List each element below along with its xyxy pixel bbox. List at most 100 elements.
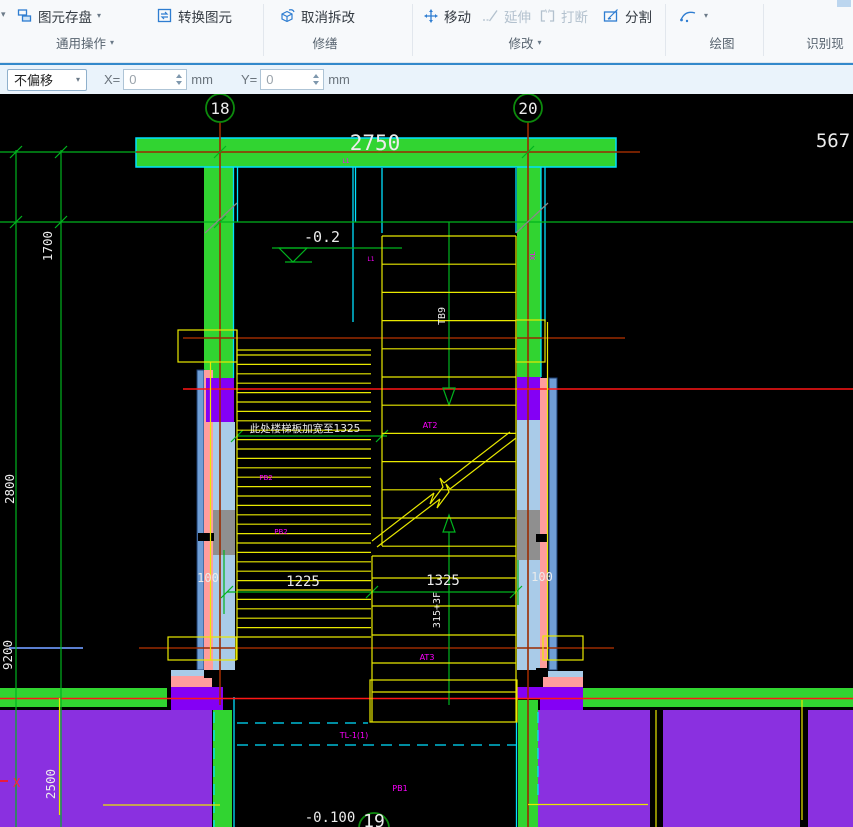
convert-element-label: 转换图元 bbox=[178, 10, 232, 25]
grip-handle[interactable] bbox=[536, 534, 548, 542]
toolbar-separator bbox=[412, 4, 413, 56]
group-general-label: 通用操作 bbox=[55, 37, 106, 51]
cancel-split-label: 取消拆改 bbox=[301, 10, 355, 25]
spin-down-icon[interactable] bbox=[313, 81, 320, 85]
hatch-marks bbox=[204, 202, 549, 234]
right-wall[interactable] bbox=[517, 167, 583, 687]
dim-2500[interactable]: 2500 bbox=[43, 769, 58, 799]
stair-widen-note[interactable]: 此处楼梯板加宽至1325 bbox=[250, 422, 361, 435]
grip-handle[interactable] bbox=[536, 668, 548, 677]
tag-tl1[interactable]: TL-1(1) bbox=[339, 731, 369, 740]
toolbar-separator bbox=[763, 4, 764, 56]
left-flight-treads[interactable] bbox=[237, 349, 371, 638]
toolbar-separator bbox=[263, 4, 264, 56]
tag-wall[interactable]: L1 bbox=[367, 256, 374, 263]
curve-icon bbox=[680, 11, 696, 23]
convert-element-icon bbox=[157, 8, 172, 23]
split-button[interactable]: 分割 bbox=[600, 4, 655, 28]
group-modify-caret: ▾ bbox=[537, 37, 542, 47]
cad-canvas[interactable]: 18 20 19 2750 567 1700 2800 9200 2500 -0… bbox=[0, 94, 853, 827]
toolbar-separator bbox=[665, 4, 666, 56]
stair-direction-arrow-up[interactable] bbox=[442, 513, 456, 705]
tag-at3[interactable]: AT3 bbox=[420, 653, 435, 662]
extend-label: 延伸 bbox=[504, 10, 531, 25]
offset-x-spinner[interactable] bbox=[172, 70, 186, 89]
element-save-caret: ▾ bbox=[97, 11, 102, 20]
spin-up-icon[interactable] bbox=[313, 74, 320, 78]
draw-curve-caret: ▾ bbox=[704, 11, 709, 20]
convert-element-button[interactable]: 转换图元 bbox=[154, 4, 235, 28]
group-draw-label: 绘图 bbox=[709, 37, 735, 51]
grid-label-20: 20 bbox=[518, 99, 537, 118]
tag-at2[interactable]: AT2 bbox=[423, 421, 438, 430]
column[interactable] bbox=[517, 377, 541, 420]
dim-1325[interactable]: 1325 bbox=[426, 573, 460, 589]
group-modify[interactable]: 修改 ▾ bbox=[480, 33, 570, 52]
extend-button: 延伸 bbox=[479, 4, 534, 28]
break-icon bbox=[540, 9, 555, 22]
dimension-ticks bbox=[9, 145, 535, 599]
dim-1700[interactable]: 1700 bbox=[40, 231, 55, 261]
tag-pb2-a[interactable]: PB2 bbox=[259, 474, 272, 482]
clipped-toolbar-icon bbox=[837, 0, 851, 7]
dim-100-left[interactable]: 100 bbox=[197, 571, 219, 585]
floor-slabs[interactable] bbox=[0, 687, 853, 827]
clipped-dropdown-caret[interactable]: ▾ bbox=[1, 9, 6, 20]
dim-2750[interactable]: 2750 bbox=[350, 131, 401, 155]
cancel-split-button[interactable]: 取消拆改 bbox=[276, 4, 358, 28]
offset-x-value: 0 bbox=[129, 72, 137, 87]
cad-application-window: ▾ 图元存盘 ▾ 转换图元 取消拆改 移动 延伸 打断 分割 ▾ 通用操作 ▾ … bbox=[0, 0, 853, 827]
wall-finish-stripe[interactable] bbox=[196, 369, 205, 671]
group-modify-label: 修改 bbox=[508, 37, 534, 51]
element-save-label: 图元存盘 bbox=[38, 10, 92, 25]
offset-bar: 不偏移 ▾ X= 0 mm Y= 0 mm bbox=[0, 63, 853, 94]
wall-finish-stripe[interactable] bbox=[548, 377, 558, 671]
dim-9200[interactable]: 9200 bbox=[0, 640, 15, 670]
flight-label-lower[interactable]: 315+3F bbox=[432, 592, 443, 628]
dim-1225[interactable]: 1225 bbox=[286, 574, 320, 590]
split-label: 分割 bbox=[625, 10, 652, 25]
split-icon bbox=[603, 9, 618, 22]
offset-y-input[interactable]: 0 bbox=[260, 69, 325, 90]
offset-x-unit: mm bbox=[191, 72, 213, 87]
draw-curve-button[interactable]: ▾ bbox=[676, 4, 711, 28]
move-button[interactable]: 移动 bbox=[420, 4, 474, 28]
offset-y-value: 0 bbox=[266, 72, 274, 87]
landing-outline[interactable] bbox=[369, 679, 518, 723]
offset-mode-value: 不偏移 bbox=[14, 73, 54, 88]
left-wall[interactable] bbox=[171, 167, 235, 687]
wall-edges[interactable] bbox=[213, 167, 546, 827]
dim-2800[interactable]: 2800 bbox=[2, 474, 17, 504]
dim-100-right[interactable]: 100 bbox=[531, 570, 553, 584]
elevation-top[interactable]: -0.2 bbox=[304, 228, 340, 246]
offset-x-input[interactable]: 0 bbox=[123, 69, 188, 90]
group-general-caret: ▾ bbox=[110, 37, 115, 47]
dim-567[interactable]: 567 bbox=[816, 130, 850, 152]
ribbon-toolbar: ▾ 图元存盘 ▾ 转换图元 取消拆改 移动 延伸 打断 分割 ▾ 通用操作 ▾ … bbox=[0, 0, 853, 63]
offset-mode-select[interactable]: 不偏移 ▾ bbox=[7, 68, 87, 91]
extend-icon bbox=[483, 10, 498, 22]
group-draw: 绘图 bbox=[692, 33, 752, 52]
element-save-button[interactable]: 图元存盘 ▾ bbox=[14, 4, 104, 28]
grip-handle[interactable] bbox=[204, 670, 214, 678]
offset-y-unit: mm bbox=[328, 72, 350, 87]
tag-pb1[interactable]: PB1 bbox=[392, 784, 407, 793]
grip-handle[interactable] bbox=[198, 533, 206, 541]
offset-y-label: Y= bbox=[240, 72, 258, 87]
break-button: 打断 bbox=[536, 4, 591, 28]
offset-y-spinner[interactable] bbox=[309, 70, 323, 89]
tag-xl[interactable]: XL bbox=[529, 252, 537, 261]
tag-pb2-b[interactable]: PB2 bbox=[274, 528, 287, 536]
tag-beam[interactable]: L1 bbox=[342, 158, 349, 165]
elevation-bottom[interactable]: -0.100 bbox=[305, 810, 356, 826]
group-identify: 识别现 bbox=[785, 33, 853, 52]
break-label: 打断 bbox=[561, 10, 588, 25]
spin-up-icon[interactable] bbox=[176, 74, 183, 78]
group-repair-label: 修缮 bbox=[312, 37, 338, 51]
cancel-split-icon bbox=[281, 9, 295, 23]
group-general-operations[interactable]: 通用操作 ▾ bbox=[40, 33, 130, 52]
flight-label-upper[interactable]: TB9 bbox=[437, 307, 448, 325]
grid-bubbles[interactable]: 18 20 19 bbox=[205, 94, 543, 827]
group-repair: 修缮 bbox=[287, 33, 363, 52]
spin-down-icon[interactable] bbox=[176, 81, 183, 85]
